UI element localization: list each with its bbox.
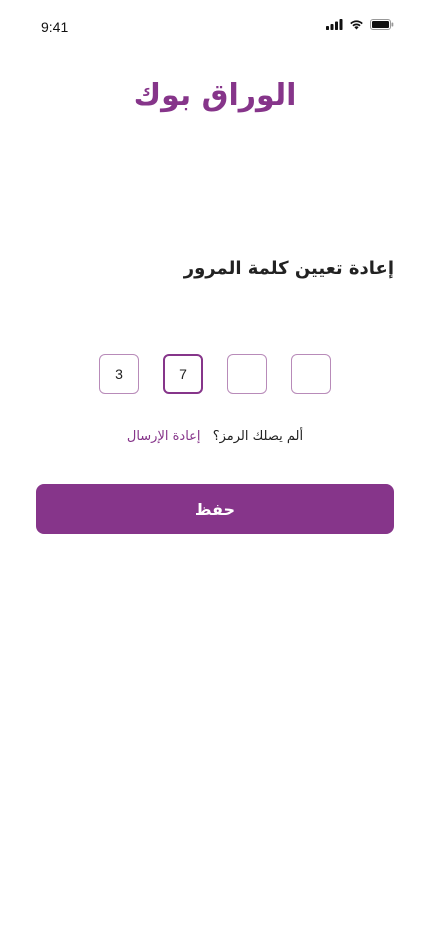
- otp-digit-2[interactable]: 7: [163, 354, 203, 394]
- signal-icon: [326, 19, 343, 30]
- otp-digit-3[interactable]: [227, 354, 267, 394]
- wifi-icon: [349, 19, 364, 30]
- otp-input-group: 3 7: [99, 354, 331, 394]
- status-icons: [326, 19, 394, 30]
- resend-question: ألم يصلك الرمز؟: [212, 429, 304, 444]
- battery-icon: [370, 19, 394, 30]
- status-bar: 9:41: [0, 0, 430, 54]
- save-button[interactable]: حفظ: [36, 484, 394, 534]
- otp-digit-1[interactable]: 3: [99, 354, 139, 394]
- page-title: إعادة تعيين كلمة المرور: [183, 258, 394, 279]
- status-time: 9:41: [41, 19, 69, 35]
- app-logo: الوراق بوك: [133, 78, 297, 113]
- resend-row: ألم يصلك الرمز؟ إعادة الإرسال: [0, 429, 430, 444]
- resend-link[interactable]: إعادة الإرسال: [127, 429, 201, 444]
- otp-digit-4[interactable]: [291, 354, 331, 394]
